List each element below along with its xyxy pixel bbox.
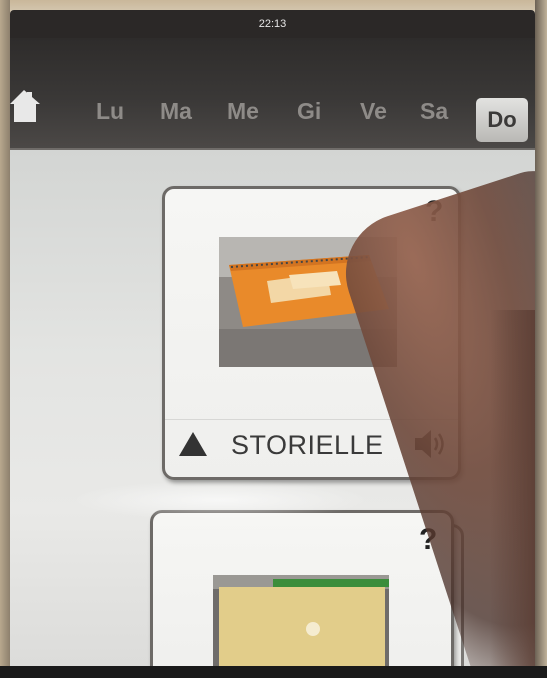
activity-photo — [213, 575, 389, 666]
day-tab-do-active[interactable]: Do — [476, 98, 528, 142]
home-button[interactable] — [10, 86, 44, 126]
activity-card[interactable]: ? STORIELLE — [162, 186, 461, 480]
activity-label-row: STORIELLE — [165, 419, 458, 474]
activity-list: ? STORIELLE ? — [10, 150, 535, 666]
tablet-screen: 22:13 Lu Ma Me Gi Ve Sa Do ? STORIELLE ? — [10, 10, 535, 666]
day-tab-ma[interactable]: Ma — [160, 98, 192, 125]
day-tab-lu[interactable]: Lu — [96, 98, 124, 125]
up-arrow-icon[interactable] — [177, 430, 209, 458]
status-bar: 22:13 — [10, 10, 535, 38]
day-tab-sa[interactable]: Sa — [420, 98, 448, 125]
day-tab-ve[interactable]: Ve — [360, 98, 387, 125]
day-navigation-bar: Lu Ma Me Gi Ve Sa Do — [10, 38, 535, 150]
device-frame-right — [535, 0, 547, 678]
laptop-photo — [213, 575, 389, 666]
help-button[interactable]: ? — [419, 523, 437, 557]
device-frame-left — [0, 0, 10, 678]
day-tab-me[interactable]: Me — [227, 98, 259, 125]
help-button[interactable]: ? — [425, 195, 443, 229]
activity-title: STORIELLE — [231, 430, 384, 460]
day-tab-gi[interactable]: Gi — [297, 98, 321, 125]
status-time: 22:13 — [258, 18, 287, 30]
notebook-photo — [219, 237, 397, 367]
device-frame-bottom — [0, 666, 547, 678]
speaker-icon[interactable] — [413, 428, 449, 460]
activity-photo — [219, 237, 397, 367]
activity-card[interactable]: ? — [150, 510, 454, 666]
home-icon — [10, 90, 40, 122]
